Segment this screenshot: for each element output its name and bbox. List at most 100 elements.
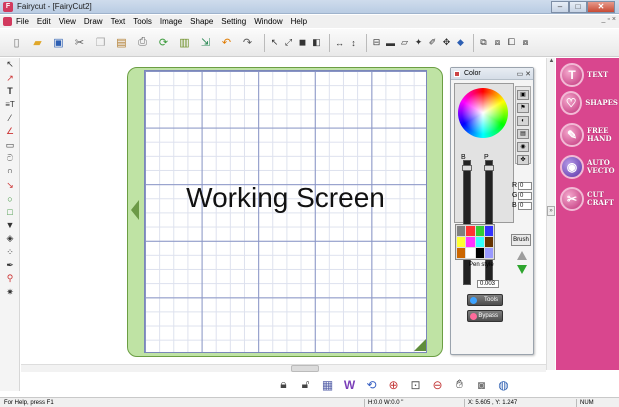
color-swatch[interactable] [466,237,475,247]
undo-icon[interactable]: ↶ [218,34,235,51]
dots-icon[interactable]: ⁘ [0,245,20,258]
scroll-thumb[interactable] [291,365,319,372]
mdi-close-button[interactable]: × [612,16,616,23]
knife-icon[interactable]: ✦ [413,36,424,50]
spray-icon[interactable]: ✤ [517,155,529,165]
open-folder-icon[interactable]: ▰ [29,34,46,51]
menu-view[interactable]: View [59,17,76,26]
color-tool-icon[interactable]: ◆ [455,36,466,50]
color-panel-title-bar[interactable]: Color ▭ ✕ [451,68,533,80]
menu-edit[interactable]: Edit [37,17,51,26]
brush-button[interactable]: Brush [511,234,531,246]
minimize-button[interactable]: – [551,1,569,13]
tools-button[interactable]: Tools [467,294,503,306]
document-icon[interactable] [3,17,12,26]
color-swatch[interactable] [475,226,484,236]
save-icon[interactable]: ▣ [50,34,67,51]
color-swatch[interactable] [466,248,475,258]
pointer-icon[interactable]: ↖ [269,36,280,50]
zoom-select-icon[interactable]: ⊡ [407,376,424,393]
weld-tool-icon[interactable]: ◧ [311,36,322,50]
color-swatch[interactable] [457,237,466,247]
align-icon[interactable]: ⊟ [371,36,382,50]
menu-draw[interactable]: Draw [84,17,103,26]
ungroup-icon[interactable]: ⧈ [492,36,503,50]
palette-icon[interactable]: ◉ [517,142,529,152]
rotate-icon[interactable]: ✥ [441,36,452,50]
mdi-minimize-button[interactable]: _ [602,16,606,23]
globe-icon[interactable]: ◍ [495,376,512,393]
print-icon[interactable]: ⎙ [134,34,151,51]
menu-text[interactable]: Text [111,17,126,26]
bezier-icon[interactable]: ↘ [0,179,20,192]
text-frame-icon[interactable]: ≡T [0,98,20,111]
menu-image[interactable]: Image [160,17,182,26]
color-wheel[interactable] [458,88,508,138]
transform-icon[interactable]: ⚲ [0,272,20,285]
channel-b-field[interactable]: 0 [518,202,532,210]
group-icon[interactable]: ⧉ [478,36,489,50]
spiral2-icon[interactable]: ဂ [0,165,20,178]
ellipse-icon[interactable]: ○ [0,192,20,205]
cutcraft-feature-button[interactable]: ✂ CUT CRAFT [560,184,618,214]
color-panel-close-icon[interactable]: ▭ ✕ [517,69,531,81]
paste-icon[interactable]: ▤ [113,34,130,51]
convert-icon[interactable]: ⟲ [363,376,380,393]
magic-icon[interactable]: ✷ [0,286,20,299]
color-swatch[interactable] [475,248,484,258]
flip-h-icon[interactable]: ↔ [334,36,345,50]
node-edit-icon[interactable]: ↗ [0,71,20,84]
new-file-icon[interactable]: ▯ [8,34,25,51]
book-icon[interactable]: ▥ [176,34,193,51]
menu-file[interactable]: File [16,17,29,26]
paint-bucket-icon[interactable]: ▼ [0,219,20,232]
menu-tools[interactable]: Tools [133,17,152,26]
channel-r-field[interactable]: 0 [518,182,532,190]
refresh-icon[interactable]: ⟳ [155,34,172,51]
pick-icon[interactable]: ◐ [517,116,529,126]
shapes-icon[interactable]: ◈ [0,232,20,245]
color-swatch[interactable] [484,248,493,258]
preview-icon[interactable]: ◙ [473,376,490,393]
eraser-icon[interactable]: ▱ [399,36,410,50]
rectangle-icon[interactable]: □ [0,205,20,218]
color-swatch[interactable] [475,237,484,247]
bar-icon[interactable]: ▬ [385,36,396,50]
horizontal-scrollbar[interactable] [21,364,546,372]
mat-left-arrow-icon[interactable] [131,200,139,220]
channel-g-field[interactable]: 0 [518,192,532,200]
menu-window[interactable]: Window [254,17,282,26]
cut-icon[interactable]: ✂ [71,34,88,51]
save-color-icon[interactable]: ▣ [517,90,529,100]
node-icon[interactable]: ⤢ [283,36,294,50]
color-swatch[interactable] [484,237,493,247]
shapes-feature-button[interactable]: ♡ SHAPES [560,88,618,118]
color-swatch[interactable] [466,226,475,236]
text-feature-button[interactable]: T TEXT [560,60,618,90]
menu-help[interactable]: Help [291,17,307,26]
pan-icon[interactable]: ✋︎ [451,376,468,393]
gradient-icon[interactable]: ▤ [517,129,529,139]
pen-width-field[interactable]: 0.003 [477,280,499,288]
copy-page-icon[interactable]: ⧠ [506,36,517,50]
pen-icon[interactable]: ⁄ [0,112,20,125]
weld-icon[interactable]: W [341,376,358,393]
dimension-icon[interactable]: ▭ [0,138,20,151]
zoom-out-icon[interactable]: ⊖ [429,376,446,393]
spiral-icon[interactable]: ට [0,152,20,165]
maximize-button[interactable]: □ [569,1,587,13]
export-icon[interactable]: ⇲ [197,34,214,51]
lock-icon[interactable]: 🔒︎ [275,376,292,393]
freehand-feature-button[interactable]: ✎ FREE HAND [560,120,618,150]
color-swatch[interactable] [484,226,493,236]
fill-icon[interactable]: ◼ [297,36,308,50]
menu-shape[interactable]: Shape [190,17,213,26]
redo-icon[interactable]: ↷ [239,34,256,51]
flag-icon[interactable]: ⚑ [517,103,529,113]
arrow-up-icon[interactable] [517,251,527,260]
brush-tool-icon[interactable]: ✐ [427,36,438,50]
panel-collapse-icon[interactable]: » [547,206,555,216]
close-button[interactable]: ✕ [587,1,615,13]
tile-icon[interactable]: ⧇ [520,36,531,50]
slider-knob[interactable] [462,165,472,171]
